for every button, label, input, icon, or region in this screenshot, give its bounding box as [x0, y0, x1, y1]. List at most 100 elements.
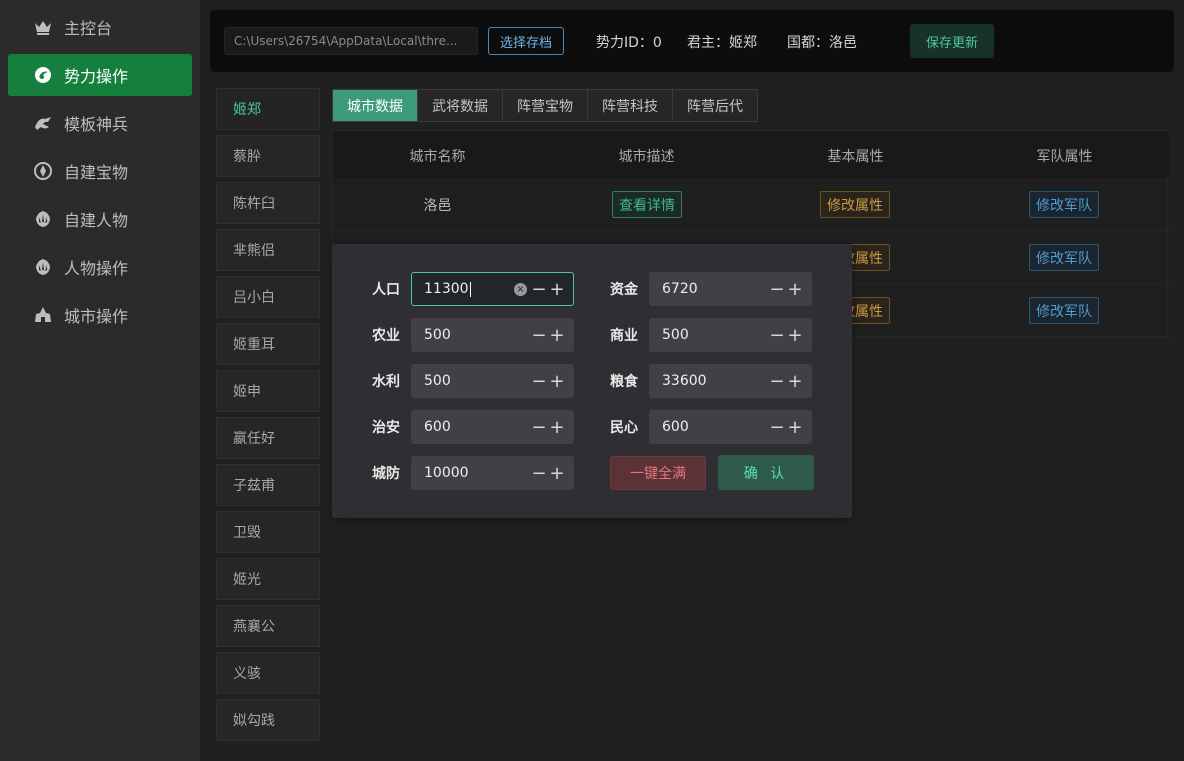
faction-item[interactable]: 卫毁: [216, 511, 320, 553]
table-header: 城市名称 城市描述 基本属性 军队属性: [333, 131, 1169, 178]
faction-item[interactable]: 姬重耳: [216, 323, 320, 365]
rebel-icon: [32, 256, 54, 278]
rebel-icon: [32, 208, 54, 230]
decrement-button[interactable]: −: [531, 461, 547, 485]
increment-button[interactable]: +: [549, 461, 565, 485]
edit-army-button[interactable]: 修改军队: [1029, 244, 1099, 271]
view-detail-button[interactable]: 查看详情: [612, 191, 682, 218]
sidebar-item-custom-treasure[interactable]: 自建宝物: [8, 150, 192, 192]
sidebar-item-custom-character[interactable]: 自建人物: [8, 198, 192, 240]
population-input[interactable]: 11300 × − +: [411, 272, 574, 306]
gem-icon: [32, 160, 54, 182]
sidebar-item-character-ops[interactable]: 人物操作: [8, 246, 192, 288]
tab-camp-treasure[interactable]: 阵营宝物: [503, 90, 588, 121]
tab-camp-tech[interactable]: 阵营科技: [588, 90, 673, 121]
field-label: 民心: [610, 420, 638, 436]
sidebar-item-label: 主控台: [64, 19, 113, 38]
decrement-button[interactable]: −: [531, 277, 547, 301]
grain-input[interactable]: 33600 − +: [649, 364, 812, 398]
sidebar-item-label: 势力操作: [64, 67, 129, 86]
field-label: 城防: [372, 466, 400, 482]
faction-item[interactable]: 蔡肸: [216, 135, 320, 177]
decrement-button[interactable]: −: [769, 323, 785, 347]
column-header: 军队属性: [1036, 149, 1093, 165]
save-path-input[interactable]: C:\Users\26754\AppData\Local\thre...: [224, 27, 478, 55]
increment-button[interactable]: +: [787, 277, 803, 301]
increment-button[interactable]: +: [787, 323, 803, 347]
swirl-icon: [32, 64, 54, 86]
column-header: 城市描述: [618, 149, 675, 165]
top-bar: C:\Users\26754\AppData\Local\thre... 选择存…: [210, 10, 1174, 72]
faction-item[interactable]: 芈熊侣: [216, 229, 320, 271]
confirm-button[interactable]: 确 认: [718, 455, 814, 490]
tab-bar: 城市数据 武将数据 阵营宝物 阵营科技 阵营后代: [332, 89, 758, 122]
field-label: 农业: [372, 328, 400, 344]
morale-input[interactable]: 600 − +: [649, 410, 812, 444]
irrigation-input[interactable]: 500 − +: [411, 364, 574, 398]
decrement-button[interactable]: −: [531, 323, 547, 347]
sidebar-item-template-weapon[interactable]: 模板神兵: [8, 102, 192, 144]
fill-all-button[interactable]: 一键全满: [610, 456, 706, 490]
tab-city-data[interactable]: 城市数据: [333, 90, 418, 121]
commerce-input[interactable]: 500 − +: [649, 318, 812, 352]
clear-icon[interactable]: ×: [514, 283, 527, 296]
faction-item[interactable]: 姬光: [216, 558, 320, 600]
crown-icon: [32, 16, 54, 38]
increment-button[interactable]: +: [549, 415, 565, 439]
field-label: 水利: [372, 374, 400, 390]
city-icon: [32, 304, 54, 326]
edit-army-button[interactable]: 修改军队: [1029, 191, 1099, 218]
field-label: 人口: [372, 282, 400, 298]
decrement-button[interactable]: −: [769, 369, 785, 393]
city-name: 洛邑: [423, 198, 452, 214]
decrement-button[interactable]: −: [531, 369, 547, 393]
decrement-button[interactable]: −: [769, 277, 785, 301]
increment-button[interactable]: +: [549, 277, 565, 301]
sidebar-item-label: 自建人物: [64, 211, 129, 230]
edit-attr-button[interactable]: 修改属性: [820, 191, 890, 218]
faction-item[interactable]: 子兹甫: [216, 464, 320, 506]
sidebar-item-label: 模板神兵: [64, 115, 129, 134]
edit-army-button[interactable]: 修改军队: [1029, 297, 1099, 324]
field-value: 10000: [424, 465, 469, 481]
sidebar-item-city-ops[interactable]: 城市操作: [8, 294, 192, 336]
increment-button[interactable]: +: [787, 369, 803, 393]
faction-item[interactable]: 姒勾践: [216, 699, 320, 741]
tab-camp-descendants[interactable]: 阵营后代: [673, 90, 757, 121]
tab-general-data[interactable]: 武将数据: [418, 90, 503, 121]
increment-button[interactable]: +: [549, 369, 565, 393]
sidebar-item-faction-ops[interactable]: 势力操作: [8, 54, 192, 96]
field-value: 6720: [662, 281, 698, 297]
faction-item[interactable]: 姬郑: [216, 88, 320, 130]
faction-item[interactable]: 吕小白: [216, 276, 320, 318]
field-label: 治安: [372, 420, 400, 436]
field-value: 500: [662, 327, 689, 343]
sidebar: 主控台 势力操作 模板神兵 自建宝物 自建人物 人物操作 城市操作: [0, 0, 200, 761]
decrement-button[interactable]: −: [769, 415, 785, 439]
text-caret: [469, 281, 471, 297]
increment-button[interactable]: +: [787, 415, 803, 439]
faction-item[interactable]: 姬申: [216, 370, 320, 412]
column-header: 基本属性: [827, 149, 884, 165]
security-input[interactable]: 600 − +: [411, 410, 574, 444]
decrement-button[interactable]: −: [531, 415, 547, 439]
field-value: 600: [424, 419, 451, 435]
increment-button[interactable]: +: [549, 323, 565, 347]
faction-id-text: 势力ID：0: [596, 35, 662, 51]
ruler-text: 君主：姬郑: [687, 35, 757, 51]
sidebar-item-label: 自建宝物: [64, 163, 129, 182]
sidebar-item-console[interactable]: 主控台: [8, 6, 192, 48]
sidebar-item-label: 城市操作: [64, 307, 129, 326]
faction-item[interactable]: 燕襄公: [216, 605, 320, 647]
defense-input[interactable]: 10000 − +: [411, 456, 574, 490]
field-label: 粮食: [610, 374, 638, 390]
faction-item[interactable]: 陈杵臼: [216, 182, 320, 224]
faction-item[interactable]: 义骇: [216, 652, 320, 694]
agriculture-input[interactable]: 500 − +: [411, 318, 574, 352]
faction-item[interactable]: 嬴任好: [216, 417, 320, 459]
save-update-button[interactable]: 保存更新: [910, 24, 994, 58]
funds-input[interactable]: 6720 − +: [649, 272, 812, 306]
edit-attributes-modal: 人口 11300 × − + 资金 6720 − + 农业 500 − + 商业…: [332, 244, 852, 518]
sidebar-item-label: 人物操作: [64, 259, 129, 278]
select-save-button[interactable]: 选择存档: [488, 27, 564, 55]
